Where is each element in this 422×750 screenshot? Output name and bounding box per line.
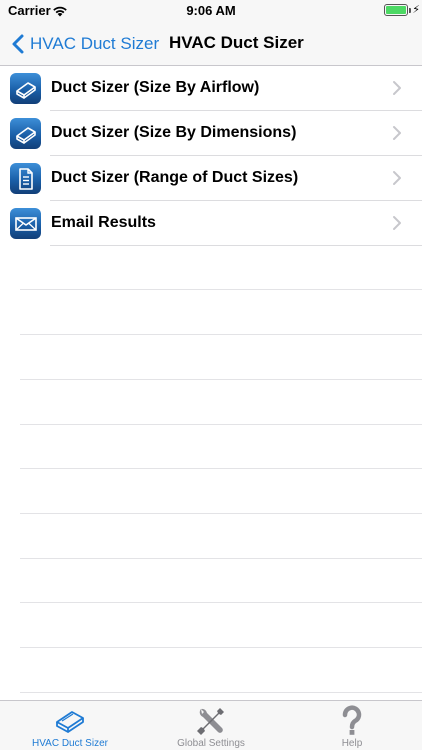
back-button[interactable]: HVAC Duct Sizer [8,22,159,66]
menu-list: Duct Sizer (Size By Airflow) Duct Sizer … [0,66,422,246]
duct-icon [10,118,41,149]
tools-icon [194,705,228,742]
separator-line [20,289,422,290]
document-icon [10,163,41,194]
menu-item-label: Duct Sizer (Size By Dimensions) [51,124,297,141]
separator-line [20,692,422,693]
tab-label: HVAC Duct Sizer [32,738,108,749]
tab-global-settings[interactable]: Global Settings [141,701,281,750]
separator-line [20,647,422,648]
menu-item-size-by-dimensions[interactable]: Duct Sizer (Size By Dimensions) [0,111,422,156]
duct-icon [53,705,87,740]
tab-bar: HVAC Duct Sizer Global Settings Help [0,700,422,750]
separator-line [20,602,422,603]
menu-item-email-results[interactable]: Email Results [0,201,422,246]
separator-line [20,468,422,469]
menu-item-label: Duct Sizer (Size By Airflow) [51,79,260,96]
menu-item-label: Duct Sizer (Range of Duct Sizes) [51,169,299,186]
question-mark-icon [340,705,364,742]
separator-line [20,558,422,559]
menu-item-size-by-airflow[interactable]: Duct Sizer (Size By Airflow) [0,66,422,111]
status-bar: Carrier 9:06 AM ⚡ [0,0,422,22]
menu-item-label: Email Results [51,214,156,231]
clock: 9:06 AM [186,3,236,18]
battery-cap [409,8,411,13]
separator-line [20,334,422,335]
tab-hvac-duct-sizer[interactable]: HVAC Duct Sizer [0,701,140,750]
chevron-right-icon [393,216,401,230]
tab-label: Global Settings [177,738,245,749]
menu-item-range-of-duct-sizes[interactable]: Duct Sizer (Range of Duct Sizes) [0,156,422,201]
tab-help[interactable]: Help [282,701,422,750]
chevron-right-icon [393,126,401,140]
navigation-bar: HVAC Duct Sizer HVAC Duct Sizer [0,22,422,66]
separator-line [20,513,422,514]
page-title: HVAC Duct Sizer [169,33,304,52]
chevron-right-icon [393,81,401,95]
back-button-label: HVAC Duct Sizer [30,34,160,53]
envelope-icon [10,208,41,239]
separator-line [20,424,422,425]
chevron-left-icon [12,34,24,54]
chevron-right-icon [393,171,401,185]
separator-line [20,379,422,380]
battery-icon [384,4,408,16]
tab-label: Help [341,738,363,749]
charging-bolt-icon: ⚡ [412,4,420,16]
duct-icon [10,73,41,104]
